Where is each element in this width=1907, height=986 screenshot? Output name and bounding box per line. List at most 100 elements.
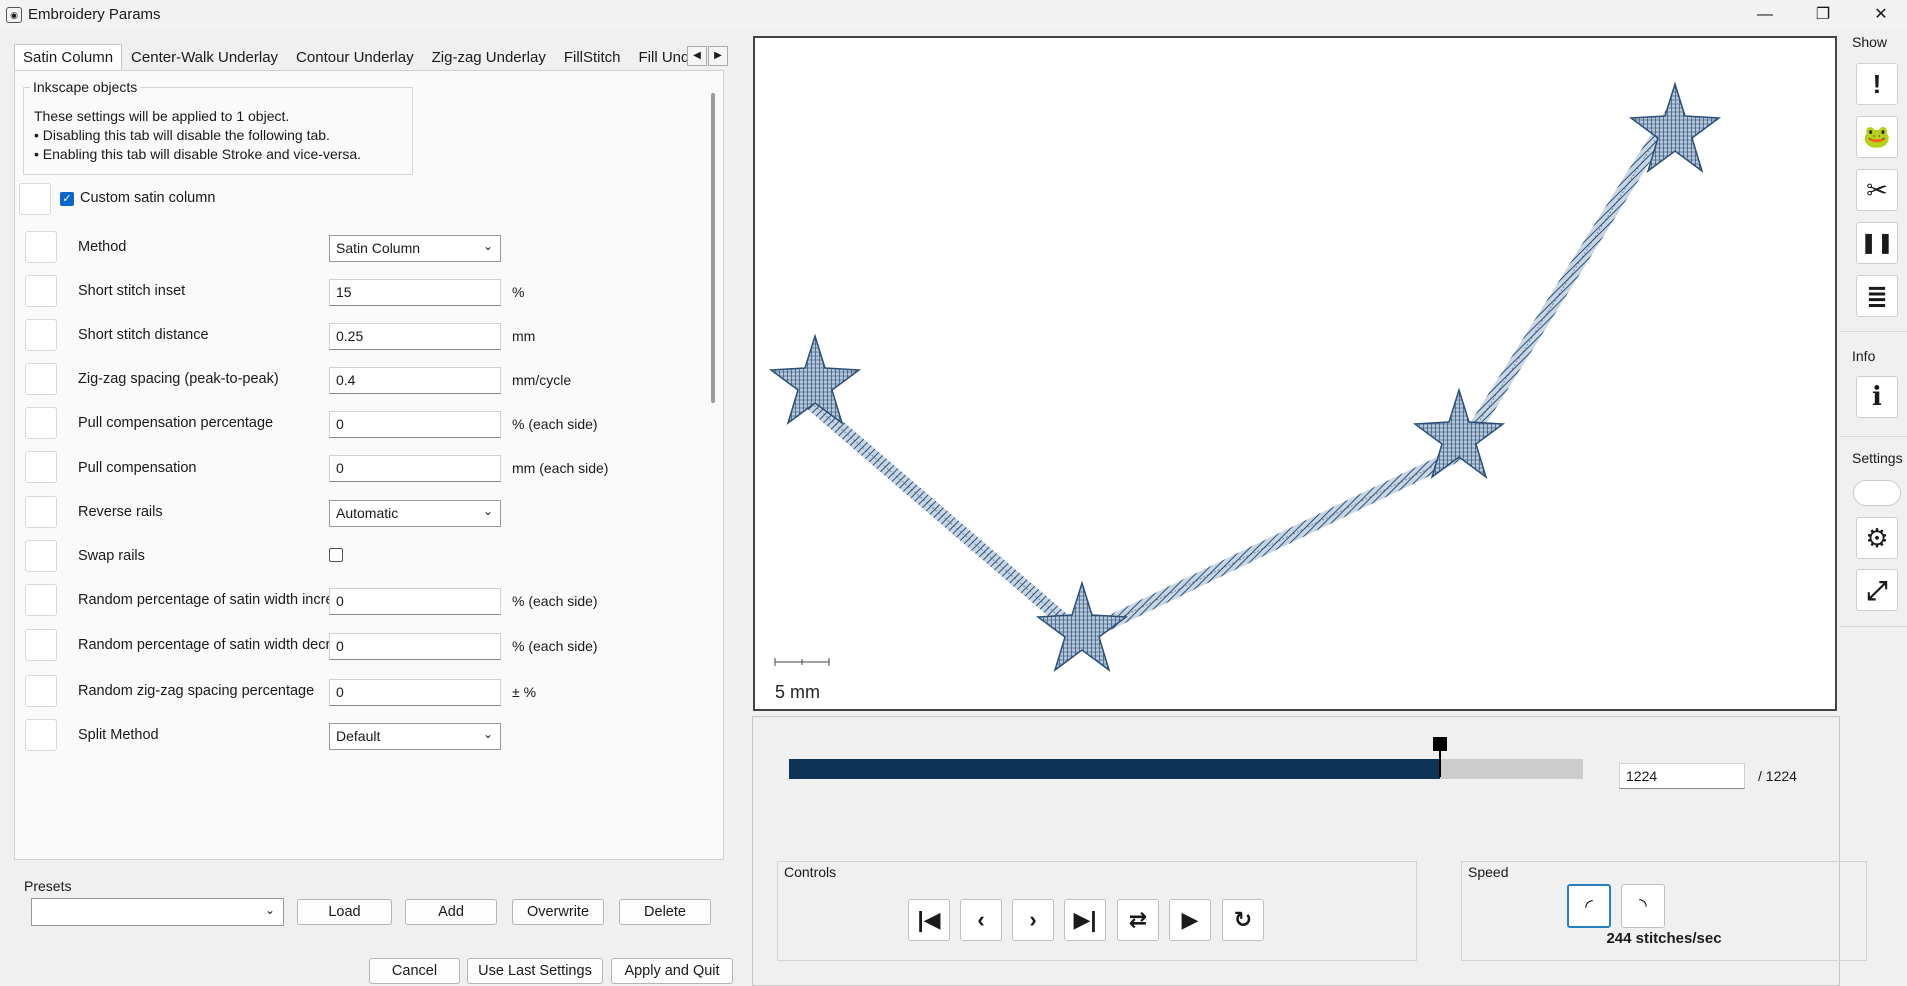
chevron-down-icon: ⌄ bbox=[482, 504, 493, 518]
color-change-icon[interactable]: ≣ bbox=[1856, 275, 1898, 317]
add-preset-button[interactable]: Add bbox=[405, 899, 497, 925]
swap-rails-label: Swap rails bbox=[78, 548, 145, 564]
param-enable-toggle[interactable] bbox=[25, 407, 57, 439]
stitch-preview-canvas[interactable]: 5 mm bbox=[753, 36, 1837, 711]
faster-speed-button[interactable]: ◝ bbox=[1621, 884, 1665, 928]
apply-and-quit-button[interactable]: Apply and Quit bbox=[611, 958, 733, 984]
pull-comp-percentage-label: Pull compensation percentage bbox=[78, 415, 274, 431]
pull-comp-input[interactable]: 0 bbox=[329, 455, 501, 482]
custom-satin-enable-toggle[interactable] bbox=[19, 183, 51, 215]
load-preset-button[interactable]: Load bbox=[297, 899, 392, 925]
short-stitch-inset-input[interactable]: 15 bbox=[329, 279, 501, 306]
info-legend: Inkscape objects bbox=[30, 79, 141, 95]
tab-zigzag-underlay[interactable]: Zig-zag Underlay bbox=[423, 44, 555, 70]
speed-legend: Speed bbox=[1468, 864, 1509, 880]
delete-preset-button[interactable]: Delete bbox=[619, 899, 711, 925]
unit-label: % (each side) bbox=[512, 416, 598, 432]
toggle-direction-button[interactable]: ⇄ bbox=[1117, 899, 1159, 941]
show-section-label: Show bbox=[1852, 34, 1888, 50]
split-method-value: Default bbox=[336, 728, 381, 744]
presets-select[interactable]: ⌄ bbox=[31, 898, 284, 926]
unit-label: mm bbox=[512, 328, 536, 344]
method-select[interactable]: Satin Column ⌄ bbox=[329, 235, 501, 262]
chevron-down-icon: ⌄ bbox=[482, 727, 493, 741]
stitch-slider-handle[interactable] bbox=[1433, 737, 1447, 751]
unit-label: % (each side) bbox=[512, 593, 598, 609]
zigzag-spacing-input[interactable]: 0.4 bbox=[329, 367, 501, 394]
zigzag-spacing-label: Zig-zag spacing (peak-to-peak) bbox=[78, 371, 279, 387]
settings-field[interactable] bbox=[1853, 480, 1901, 506]
info-line: • Enabling this tab will disable Stroke … bbox=[34, 146, 362, 162]
custom-satin-checkbox[interactable]: ✓ bbox=[60, 192, 74, 206]
overwrite-preset-button[interactable]: Overwrite bbox=[512, 899, 604, 925]
unit-label: mm (each side) bbox=[512, 460, 609, 476]
chevron-down-icon: ⌄ bbox=[264, 903, 275, 917]
split-method-select[interactable]: Default ⌄ bbox=[329, 723, 501, 750]
minimize-button[interactable]: — bbox=[1742, 0, 1788, 30]
error-marker-icon[interactable]: ! bbox=[1856, 63, 1898, 105]
param-enable-toggle[interactable] bbox=[25, 629, 57, 661]
restart-button[interactable]: ↻ bbox=[1222, 899, 1264, 941]
stop-pause-icon[interactable]: ❚❚ bbox=[1856, 222, 1898, 264]
cancel-button[interactable]: Cancel bbox=[369, 958, 460, 984]
param-enable-toggle[interactable] bbox=[25, 451, 57, 483]
jump-stitch-icon[interactable]: 🐸 bbox=[1856, 116, 1898, 158]
stitch-progress-track[interactable] bbox=[789, 759, 1583, 779]
split-method-label: Split Method bbox=[78, 727, 159, 743]
resize-icon[interactable]: ⤢ bbox=[1856, 569, 1898, 611]
tab-fillstitch[interactable]: FillStitch bbox=[555, 44, 630, 70]
random-width-increase-input[interactable]: 0 bbox=[329, 588, 501, 615]
play-button[interactable]: ▶ bbox=[1169, 899, 1211, 941]
reverse-rails-value: Automatic bbox=[336, 505, 399, 521]
random-zigzag-spacing-input[interactable]: 0 bbox=[329, 679, 501, 706]
param-enable-toggle[interactable] bbox=[25, 319, 57, 351]
slower-speed-button[interactable]: ◜ bbox=[1567, 884, 1611, 928]
method-label: Method bbox=[78, 239, 127, 255]
settings-scrollbar[interactable] bbox=[711, 93, 715, 403]
param-enable-toggle[interactable] bbox=[25, 584, 57, 616]
info-icon[interactable]: i bbox=[1856, 376, 1898, 418]
param-enable-toggle[interactable] bbox=[25, 496, 57, 528]
tab-contour-underlay[interactable]: Contour Underlay bbox=[287, 44, 423, 70]
pull-comp-percentage-input[interactable]: 0 bbox=[329, 411, 501, 438]
short-stitch-distance-label: Short stitch distance bbox=[78, 327, 209, 343]
previous-stitch-button[interactable]: ‹ bbox=[960, 899, 1002, 941]
random-width-decrease-input[interactable]: 0 bbox=[329, 633, 501, 660]
tab-center-walk-underlay[interactable]: Center-Walk Underlay bbox=[122, 44, 287, 70]
last-stitch-button[interactable]: ▶| bbox=[1064, 899, 1106, 941]
satin-column-settings-panel: Inkscape objects These settings will be … bbox=[14, 70, 724, 860]
random-width-decrease-label: Random percentage of satin width decreas… bbox=[78, 637, 362, 653]
gear-icon[interactable]: ⚙ bbox=[1856, 517, 1898, 559]
param-enable-toggle[interactable] bbox=[25, 363, 57, 395]
use-last-settings-button[interactable]: Use Last Settings bbox=[467, 958, 603, 984]
reverse-rails-label: Reverse rails bbox=[78, 504, 163, 520]
param-enable-toggle[interactable] bbox=[25, 540, 57, 572]
settings-section-label: Settings bbox=[1852, 450, 1903, 466]
info-line: • Disabling this tab will disable the fo… bbox=[34, 127, 330, 143]
sidebar-divider bbox=[1840, 626, 1907, 627]
next-stitch-button[interactable]: › bbox=[1012, 899, 1054, 941]
chevron-down-icon: ⌄ bbox=[482, 239, 493, 253]
unit-label: mm/cycle bbox=[512, 372, 572, 388]
presets-label: Presets bbox=[24, 878, 72, 894]
close-button[interactable]: ✕ bbox=[1858, 0, 1904, 30]
swap-rails-checkbox[interactable] bbox=[329, 548, 343, 562]
param-enable-toggle[interactable] bbox=[25, 719, 57, 751]
first-stitch-button[interactable]: |◀ bbox=[908, 899, 950, 941]
param-enable-toggle[interactable] bbox=[25, 275, 57, 307]
current-stitch-input[interactable]: 1224 bbox=[1619, 763, 1745, 789]
param-enable-toggle[interactable] bbox=[25, 231, 57, 263]
reverse-rails-select[interactable]: Automatic ⌄ bbox=[329, 500, 501, 527]
tab-scroll-left-icon[interactable]: ◀ bbox=[687, 46, 707, 66]
tab-scroll-right-icon[interactable]: ▶ bbox=[708, 46, 728, 66]
param-enable-toggle[interactable] bbox=[25, 675, 57, 707]
short-stitch-distance-input[interactable]: 0.25 bbox=[329, 323, 501, 350]
playback-area: 1224 / 1224 Controls Speed 244 stitches/… bbox=[752, 716, 1867, 986]
stitch-plan-drawing: 5 mm bbox=[768, 81, 1722, 702]
unit-label: % (each side) bbox=[512, 638, 598, 654]
pull-comp-label: Pull compensation bbox=[78, 460, 197, 476]
star-shape bbox=[1035, 580, 1129, 672]
trim-scissors-icon[interactable]: ✂ bbox=[1856, 169, 1898, 211]
tab-satin-column[interactable]: Satin Column bbox=[14, 44, 123, 70]
maximize-button[interactable]: ❐ bbox=[1800, 0, 1846, 30]
